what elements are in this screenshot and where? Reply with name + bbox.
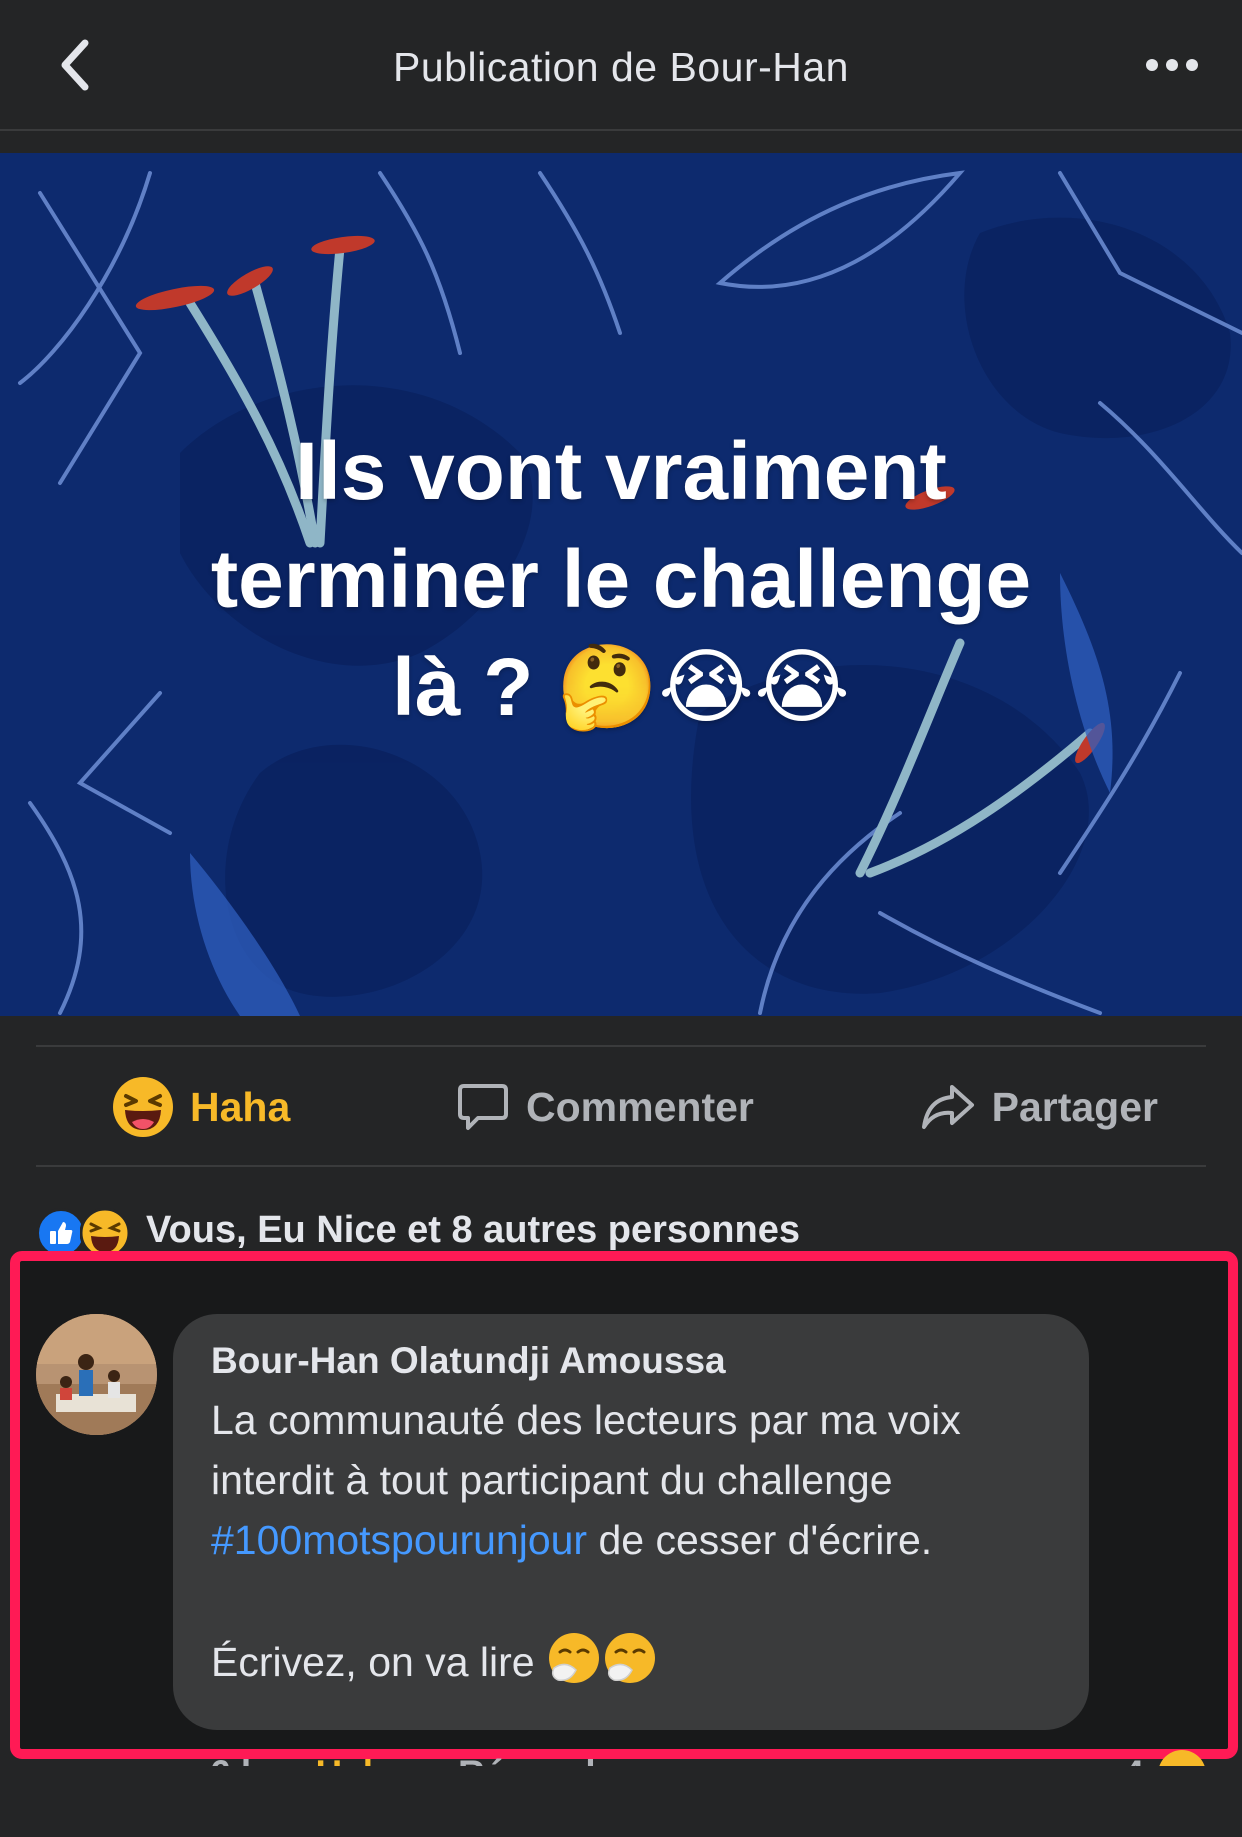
haha-reaction-button[interactable]: Haha [112, 1076, 290, 1138]
comment-bubble[interactable]: Bour-Han Olatundji Amoussa La communauté… [173, 1314, 1089, 1730]
reply-button[interactable]: Répondre [458, 1753, 631, 1766]
comment-line: interdit à tout participant du challenge [211, 1457, 893, 1503]
sneezing-face-icon [604, 1633, 655, 1683]
comment-last-line: Écrivez, on va lire [211, 1639, 546, 1685]
divider [36, 1165, 1206, 1167]
haha-icon [1158, 1750, 1206, 1766]
comment-body: La communauté des lecteurs par ma voix i… [211, 1390, 1051, 1692]
comment-button[interactable]: Commenter [456, 1080, 754, 1134]
more-dots-icon [1146, 59, 1158, 71]
share-button[interactable]: Partager [920, 1081, 1158, 1133]
hashtag-link[interactable]: #100motspourunjour [211, 1517, 587, 1563]
share-arrow-icon [921, 1085, 974, 1129]
post-action-bar: Haha Commenter Partager [36, 1048, 1206, 1166]
avatar[interactable] [36, 1314, 157, 1435]
comment-line: La communauté des lecteurs par ma voix [211, 1397, 961, 1443]
divider [36, 1045, 1206, 1047]
reactions-summary[interactable]: Vous, Eu Nice et 8 autres personnes [36, 1202, 800, 1258]
comment-timestamp: 6 h [210, 1753, 264, 1794]
post-text-line: terminer le challenge [210, 534, 1032, 625]
post-image[interactable]: Ils vont vraiment terminer le challenge … [0, 153, 1242, 1016]
post-text-line: là ? 🤔😭😭 [392, 642, 850, 733]
comment-label: Commenter [526, 1083, 754, 1130]
haha-emoji-icon [113, 1077, 173, 1137]
reaction-count-value: 4 [1123, 1753, 1144, 1794]
page-title: Publication de Bour-Han [393, 44, 849, 90]
sneezing-face-icon [548, 1633, 599, 1683]
comment-line-rest: de cesser d'écrire. [587, 1517, 933, 1563]
reactions-summary-text: Vous, Eu Nice et 8 autres personnes [146, 1208, 800, 1251]
comment-bubble-icon [458, 1084, 509, 1130]
comment-meta-row: 6 h Haha Répondre [210, 1744, 631, 1794]
comment-author[interactable]: Bour-Han Olatundji Amoussa [211, 1340, 1051, 1382]
post-text: Ils vont vraiment terminer le challenge … [80, 418, 1162, 742]
reaction-icons [36, 1202, 146, 1258]
post-text-line: Ils vont vraiment [295, 426, 947, 517]
comment-reaction-count[interactable]: 4 [1123, 1744, 1206, 1794]
share-label: Partager [991, 1083, 1158, 1130]
top-navigation-bar: Publication de Bour-Han [0, 0, 1242, 131]
haha-label: Haha [190, 1083, 291, 1130]
avatar-photo [36, 1314, 157, 1435]
comment-line: #100motspourunjour de cesser d'écrire. [211, 1510, 1051, 1570]
comment-line: Écrivez, on va lire [211, 1630, 1051, 1692]
comment-haha-button[interactable]: Haha [315, 1753, 405, 1766]
more-options-button[interactable] [1132, 35, 1212, 95]
